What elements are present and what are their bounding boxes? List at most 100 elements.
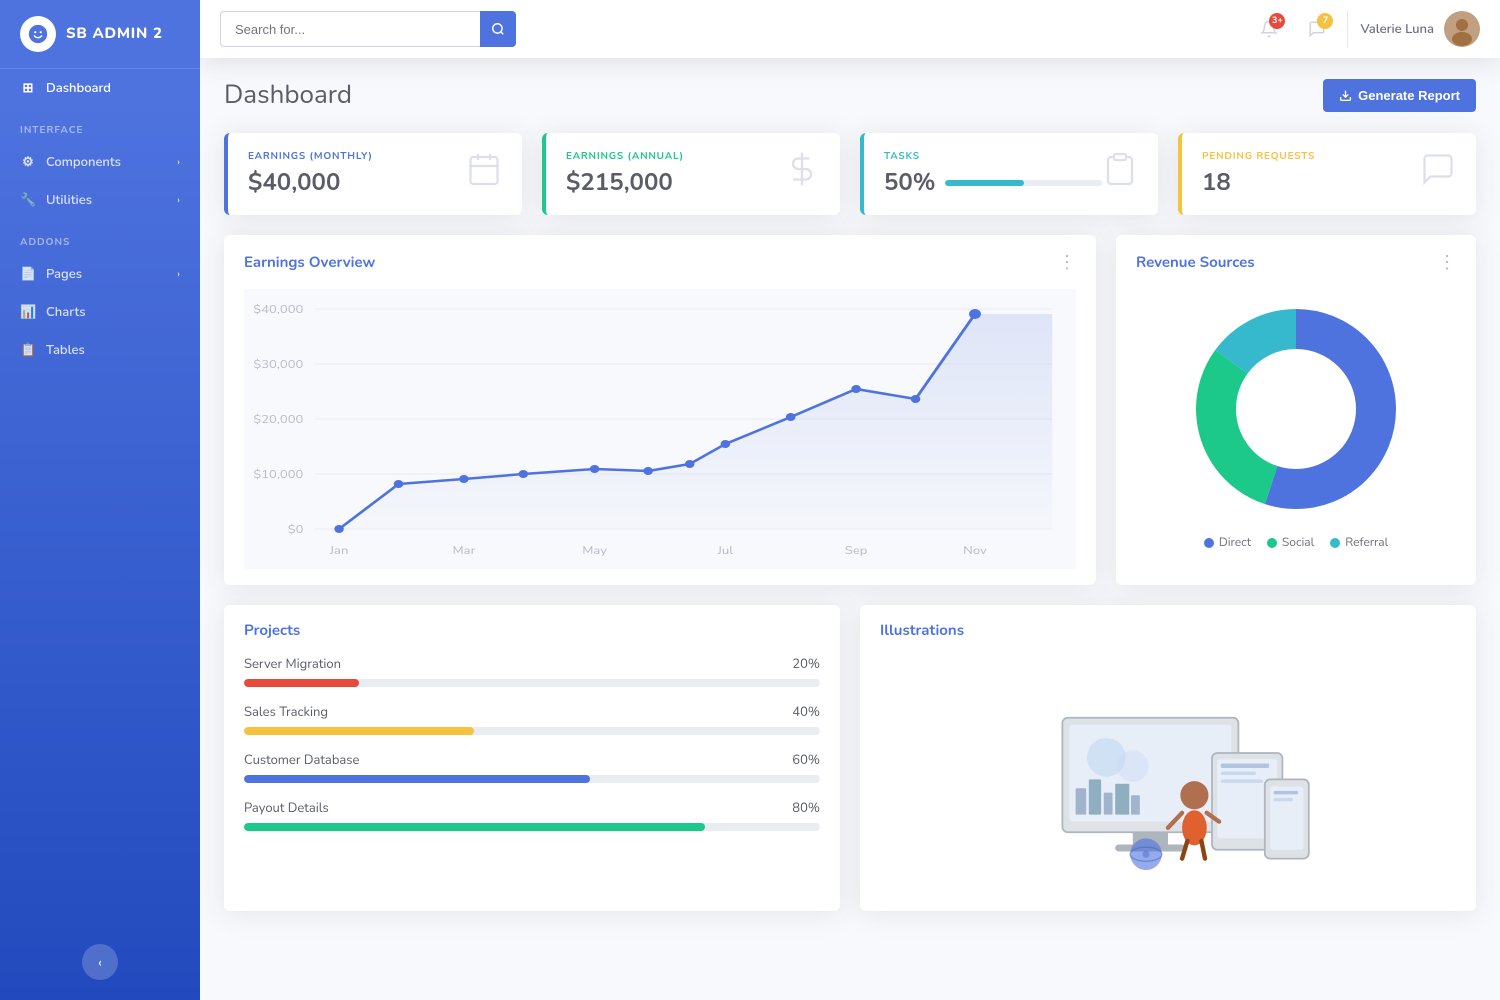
project-track-0	[244, 679, 820, 687]
projects-title: Projects	[244, 621, 300, 641]
stat-card-left-tasks: TASKS 50%	[884, 149, 1102, 199]
sidebar-item-pages[interactable]: 📄 Pages ›	[0, 255, 200, 293]
projects-header: Projects	[244, 621, 820, 641]
project-row-header-1: Sales Tracking 40%	[244, 703, 820, 721]
sidebar-dashboard-label: Dashboard	[46, 79, 111, 97]
user-menu[interactable]: Valerie Luna	[1360, 11, 1480, 47]
project-name-3: Payout Details	[244, 799, 329, 817]
generate-report-label: Generate Report	[1358, 88, 1460, 103]
legend-dot-social	[1267, 538, 1277, 548]
project-name-1: Sales Tracking	[244, 703, 328, 721]
topbar-right: 3+ 7 Valerie Luna	[1251, 11, 1480, 47]
clipboard-icon	[1102, 151, 1138, 198]
bottom-row: Projects Server Migration 20%	[224, 605, 1476, 911]
donut-chart: Direct Social Referral	[1136, 289, 1456, 561]
svg-text:$20,000: $20,000	[253, 413, 303, 428]
svg-text:May: May	[582, 544, 607, 559]
user-avatar	[1444, 11, 1480, 47]
legend-dot-referral	[1330, 538, 1340, 548]
chevron-right-icon-3: ›	[177, 267, 180, 281]
sidebar-components-label: Components	[46, 153, 121, 171]
illustrations-card: Illustrations	[860, 605, 1476, 911]
tasks-value: 50%	[884, 167, 935, 199]
legend-direct: Direct	[1204, 535, 1251, 551]
projects-card: Projects Server Migration 20%	[224, 605, 840, 911]
generate-report-button[interactable]: Generate Report	[1323, 79, 1476, 112]
tachometer-icon: ⊞	[20, 79, 36, 97]
main-content: 3+ 7 Valerie Luna Dashboard	[200, 0, 1500, 1000]
sidebar: SB ADMIN 2 ⊞ Dashboard INTERFACE ⚙ Compo…	[0, 0, 200, 1000]
donut-legend: Direct Social Referral	[1204, 535, 1388, 551]
earnings-overview-menu[interactable]: ⋮	[1058, 251, 1076, 275]
sidebar-utilities-label: Utilities	[46, 191, 92, 209]
stat-cards-grid: EARNINGS (MONTHLY) $40,000 EARNINGS (ANN…	[224, 133, 1476, 215]
illustrations-title: Illustrations	[880, 621, 964, 641]
earnings-overview-header: Earnings Overview ⋮	[244, 251, 1076, 275]
projects-list: Server Migration 20% Sales Tracking 40%	[244, 655, 820, 831]
stat-card-left-annual: EARNINGS (ANNUAL) $215,000	[566, 149, 684, 199]
brand-name: SB ADMIN 2	[66, 24, 163, 44]
dollar-icon	[784, 151, 820, 198]
illustration-area	[880, 655, 1456, 895]
search-input[interactable]	[220, 11, 480, 47]
sidebar-tables-label: Tables	[46, 341, 85, 359]
svg-text:$0: $0	[288, 523, 304, 538]
legend-label-referral: Referral	[1345, 535, 1388, 551]
earnings-overview-card: Earnings Overview ⋮ $0	[224, 235, 1096, 585]
project-row-0: Server Migration 20%	[244, 655, 820, 687]
sidebar-item-charts[interactable]: 📊 Charts	[0, 293, 200, 331]
project-row-1: Sales Tracking 40%	[244, 703, 820, 735]
messages-button[interactable]: 7	[1299, 11, 1335, 47]
pending-value: 18	[1202, 167, 1315, 199]
chevron-right-icon: ›	[177, 155, 180, 169]
project-row-header-3: Payout Details 80%	[244, 799, 820, 817]
search-button[interactable]	[480, 11, 516, 47]
sidebar-pages-label: Pages	[46, 265, 82, 283]
sidebar-item-tables[interactable]: 📋 Tables	[0, 331, 200, 369]
brand-icon	[20, 16, 56, 52]
sidebar-collapse-button[interactable]: ‹	[82, 944, 118, 980]
tables-icon: 📋	[20, 341, 36, 359]
svg-text:Jan: Jan	[329, 544, 349, 559]
utilities-icon: 🔧	[20, 191, 36, 209]
project-name-0: Server Migration	[244, 655, 341, 673]
project-percent-2: 60%	[792, 751, 820, 769]
project-row-header-2: Customer Database 60%	[244, 751, 820, 769]
project-track-1	[244, 727, 820, 735]
legend-referral: Referral	[1330, 535, 1388, 551]
messages-badge: 7	[1317, 13, 1333, 29]
sidebar-item-dashboard[interactable]: ⊞ Dashboard	[0, 69, 200, 107]
earnings-line-chart: $0 $10,000 $20,000 $30,000 $40,000 Jan M…	[244, 289, 1076, 569]
project-percent-0: 20%	[792, 655, 820, 673]
svg-text:Mar: Mar	[452, 544, 476, 559]
stat-card-earnings-annual: EARNINGS (ANNUAL) $215,000	[542, 133, 840, 215]
project-fill-0	[244, 679, 359, 687]
sidebar-section-addons: ADDONS	[0, 219, 200, 255]
earnings-monthly-label: EARNINGS (MONTHLY)	[248, 149, 373, 163]
project-track-2	[244, 775, 820, 783]
sidebar-brand[interactable]: SB ADMIN 2	[0, 0, 200, 69]
charts-row: Earnings Overview ⋮ $0	[224, 235, 1476, 585]
stat-card-earnings-monthly: EARNINGS (MONTHLY) $40,000	[224, 133, 522, 215]
revenue-menu[interactable]: ⋮	[1438, 251, 1456, 275]
page-title: Dashboard	[224, 78, 352, 113]
donut-svg	[1186, 299, 1406, 519]
legend-label-social: Social	[1282, 535, 1314, 551]
legend-label-direct: Direct	[1219, 535, 1251, 551]
alerts-button[interactable]: 3+	[1251, 11, 1287, 47]
earnings-overview-title: Earnings Overview	[244, 253, 375, 273]
user-name: Valerie Luna	[1360, 20, 1434, 38]
sidebar-item-components[interactable]: ⚙ Components ›	[0, 143, 200, 181]
pages-icon: 📄	[20, 265, 36, 283]
comments-icon	[1420, 151, 1456, 198]
stat-card-left-pending: PENDING REQUESTS 18	[1202, 149, 1315, 199]
stat-card-pending: PENDING REQUESTS 18	[1178, 133, 1476, 215]
sidebar-item-utilities[interactable]: 🔧 Utilities ›	[0, 181, 200, 219]
illustration-svg	[890, 665, 1446, 885]
topbar-divider	[1347, 11, 1348, 47]
sidebar-section-interface: INTERFACE	[0, 107, 200, 143]
stat-card-tasks: TASKS 50%	[860, 133, 1158, 215]
tasks-progress-bar	[945, 180, 1102, 186]
legend-social: Social	[1267, 535, 1314, 551]
components-icon: ⚙	[20, 153, 36, 171]
